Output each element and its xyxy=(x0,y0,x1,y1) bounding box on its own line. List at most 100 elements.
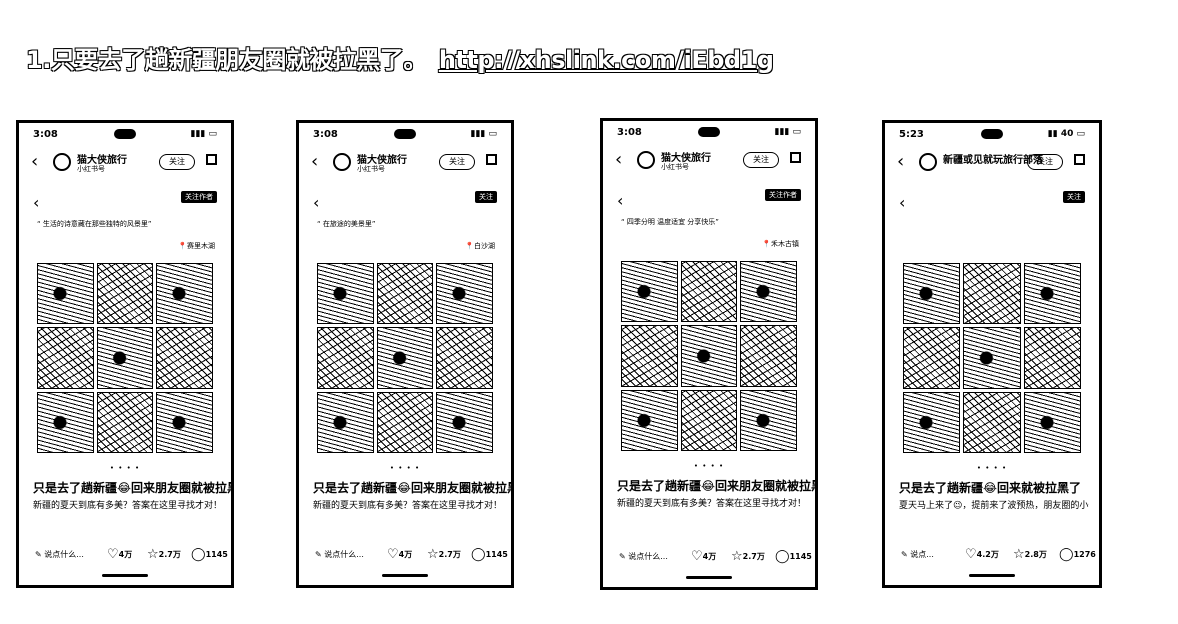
comment-icon: ◯ xyxy=(471,547,486,562)
follow-button[interactable]: 关注 xyxy=(1027,154,1063,170)
back-icon[interactable]: ‹ xyxy=(311,153,318,171)
heart-icon: ♡ xyxy=(107,547,119,562)
comments-button[interactable]: ◯1145 xyxy=(471,547,508,562)
like-count: 4万 xyxy=(702,552,717,561)
star-button[interactable]: ☆2.8万 xyxy=(1013,547,1047,562)
comments-button[interactable]: ◯1145 xyxy=(775,549,812,564)
comment-input[interactable]: ✎ 说点什么... xyxy=(35,549,95,561)
avatar[interactable] xyxy=(333,153,351,171)
home-indicator xyxy=(102,574,148,577)
status-bar: 5:23 ▮▮ 40 ▭ xyxy=(895,129,1089,145)
comments-button[interactable]: ◯1276 xyxy=(1059,547,1096,562)
photo-tile xyxy=(1023,391,1081,453)
star-count: 2.7万 xyxy=(158,550,181,559)
heart-icon: ♡ xyxy=(691,549,703,564)
image-back-icon[interactable]: ‹ xyxy=(617,191,623,210)
image-badge: 关注 xyxy=(1063,191,1085,203)
photo-tile xyxy=(903,391,961,453)
comment-input[interactable]: ✎ 说点什么... xyxy=(619,551,679,563)
home-indicator xyxy=(686,576,732,579)
post-image[interactable]: ‹ 关注 • • • • xyxy=(895,183,1089,513)
dynamic-island xyxy=(394,129,416,139)
photo-tile xyxy=(680,325,738,387)
post-title: 只是去了趟新疆😂回来朋友圈就被拉黑了 xyxy=(617,479,818,493)
headline-link[interactable]: http://xhslink.com/iEbd1g xyxy=(439,46,774,74)
author-subtitle: 小红书号 xyxy=(357,165,385,173)
follow-button[interactable]: 关注 xyxy=(439,154,475,170)
action-bar: ✎ 说点什么... ♡4万 ☆2.7万 ◯1145 xyxy=(617,549,812,565)
headline-text: 1.只要去了趟新疆朋友圈就被拉黑了。 xyxy=(26,46,427,74)
share-icon[interactable] xyxy=(1074,154,1085,165)
avatar[interactable] xyxy=(637,151,655,169)
headline: 1.只要去了趟新疆朋友圈就被拉黑了。 http://xhslink.com/iEb… xyxy=(26,40,774,75)
image-location: 📍赛里木湖 xyxy=(178,242,215,250)
action-bar: ✎ 说点什么... ♡4万 ☆2.7万 ◯1145 xyxy=(33,547,228,563)
comment-placeholder: 说点什么... xyxy=(324,550,364,559)
battery-icon: ▮▮▮ ▭ xyxy=(774,127,802,137)
photo-tile xyxy=(680,389,738,451)
action-bar: ✎ 说点... ♡4.2万 ☆2.8万 ◯1276 xyxy=(899,547,1096,563)
share-icon[interactable] xyxy=(206,154,217,165)
photo-tile xyxy=(317,327,374,389)
carousel-dots: • • • • xyxy=(693,462,725,470)
post-image[interactable]: ‹ 关注 “ 在旅途的美景里” 📍白沙湖 • • • • xyxy=(309,183,501,513)
image-back-icon[interactable]: ‹ xyxy=(899,193,905,212)
back-icon[interactable]: ‹ xyxy=(897,153,904,171)
follow-button[interactable]: 关注 xyxy=(743,152,779,168)
carousel-dots: • • • • xyxy=(389,464,421,472)
follow-button[interactable]: 关注 xyxy=(159,154,195,170)
share-icon[interactable] xyxy=(790,152,801,163)
photo-tile xyxy=(156,391,213,453)
photo-tile xyxy=(436,391,493,453)
heart-icon: ♡ xyxy=(965,547,977,562)
image-caption: “ 生活的诗意藏在那些独特的风景里” xyxy=(37,220,152,228)
comment-input[interactable]: ✎ 说点... xyxy=(901,549,961,561)
post-description: 新疆的夏天到底有多美？答案在这里寻找才对！去新疆的每一天都忍不住为它的美景感叹， xyxy=(617,499,805,509)
image-back-icon[interactable]: ‹ xyxy=(33,193,39,212)
post-description: 新疆的夏天到底有多美？答案在这里寻找才对！去新疆的每一天都忍不住为它的美景感叹， xyxy=(313,501,501,511)
location-label: 白沙湖 xyxy=(474,242,495,250)
comment-input[interactable]: ✎ 说点什么... xyxy=(315,549,375,561)
dynamic-island xyxy=(114,129,136,139)
star-icon: ☆ xyxy=(1013,547,1025,562)
photo-tile xyxy=(376,327,434,389)
battery-icon: ▮▮▮ ▭ xyxy=(190,129,218,139)
avatar[interactable] xyxy=(53,153,71,171)
location-label: 赛里木湖 xyxy=(187,242,215,250)
star-button[interactable]: ☆2.7万 xyxy=(147,547,181,562)
image-badge: 关注作者 xyxy=(181,191,217,203)
photo-tile xyxy=(621,261,678,323)
comments-button[interactable]: ◯1145 xyxy=(191,547,228,562)
photo-tile xyxy=(96,263,154,325)
comment-count: 1145 xyxy=(789,552,812,561)
back-icon[interactable]: ‹ xyxy=(31,153,38,171)
post-image[interactable]: ‹ 关注作者 “ 生活的诗意藏在那些独特的风景里” 📍赛里木湖 • • • • xyxy=(29,183,221,513)
phone-screenshot-2: 3:08 ▮▮▮ ▭ ‹ 猫大侠旅行 小红书号 关注 ‹ 关注 “ 在旅途的美景… xyxy=(296,120,514,588)
like-button[interactable]: ♡4万 xyxy=(107,547,132,562)
star-button[interactable]: ☆2.7万 xyxy=(731,549,765,564)
photo-tile xyxy=(963,327,1021,389)
phone-screenshot-1: 3:08 ▮▮▮ ▭ ‹ 猫大侠旅行 小红书号 关注 ‹ 关注作者 “ 生活的诗… xyxy=(16,120,234,588)
photo-tile xyxy=(740,389,797,451)
like-button[interactable]: ♡4.2万 xyxy=(965,547,999,562)
share-icon[interactable] xyxy=(486,154,497,165)
like-button[interactable]: ♡4万 xyxy=(691,549,716,564)
photo-tile xyxy=(376,391,434,453)
image-badge: 关注 xyxy=(475,191,497,203)
like-button[interactable]: ♡4万 xyxy=(387,547,412,562)
photo-grid xyxy=(317,263,493,453)
image-back-icon[interactable]: ‹ xyxy=(313,193,319,212)
post-image[interactable]: ‹ 关注作者 “ 四季分明 温度适宜 分享快乐” 📍禾木古镇 • • • • xyxy=(613,181,805,511)
photo-tile xyxy=(740,325,797,387)
status-bar: 3:08 ▮▮▮ ▭ xyxy=(309,129,501,145)
photo-tile xyxy=(963,263,1021,325)
star-button[interactable]: ☆2.7万 xyxy=(427,547,461,562)
photo-tile xyxy=(96,327,154,389)
post-header: ‹ 猫大侠旅行 小红书号 关注 xyxy=(309,151,501,177)
comment-placeholder: 说点什么... xyxy=(628,552,668,561)
back-icon[interactable]: ‹ xyxy=(615,151,622,169)
avatar[interactable] xyxy=(919,153,937,171)
photo-tile xyxy=(37,391,94,453)
action-bar: ✎ 说点什么... ♡4万 ☆2.7万 ◯1145 xyxy=(313,547,508,563)
carousel-dots: • • • • xyxy=(109,464,141,472)
